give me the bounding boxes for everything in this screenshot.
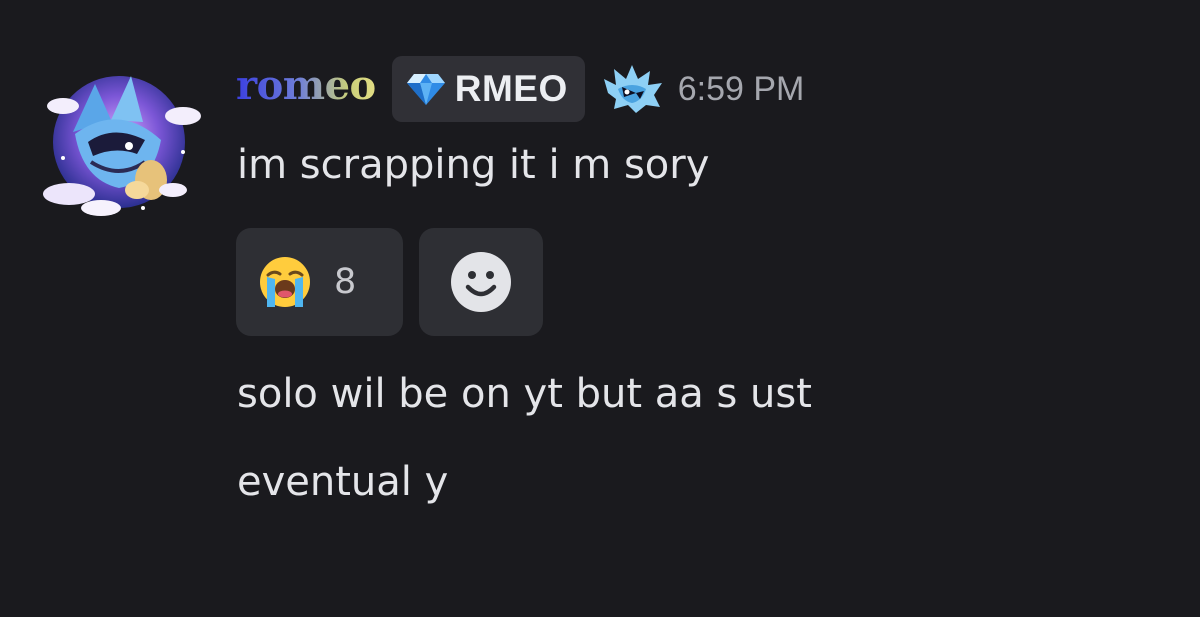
message-timestamp: 6:59 PM: [677, 69, 805, 108]
blue-creature-icon: [603, 65, 662, 113]
message-text-line: im scrapping it i m sory: [237, 142, 710, 188]
reaction-crying[interactable]: 8: [236, 228, 403, 336]
character-avatar-icon: [43, 76, 201, 216]
chat-message: romeo RMEO 6:59 PM im scrapping it i m s…: [0, 0, 1200, 617]
smiley-icon: [451, 252, 511, 312]
server-tag-label: RMEO: [454, 68, 568, 109]
add-reaction-button[interactable]: [419, 228, 543, 336]
user-avatar[interactable]: [33, 62, 205, 222]
message-text-line: eventual y: [237, 459, 449, 505]
message-header: romeo RMEO 6:59 PM: [236, 55, 804, 123]
message-text-line: solo wil be on yt but aa s ust: [237, 371, 812, 417]
loudly-crying-face-icon: [260, 257, 310, 307]
server-tag[interactable]: RMEO: [391, 56, 585, 122]
reaction-bar: 8: [236, 228, 543, 336]
username[interactable]: romeo: [236, 66, 376, 106]
reaction-count: 8: [334, 262, 357, 302]
diamond-icon: [406, 74, 445, 105]
